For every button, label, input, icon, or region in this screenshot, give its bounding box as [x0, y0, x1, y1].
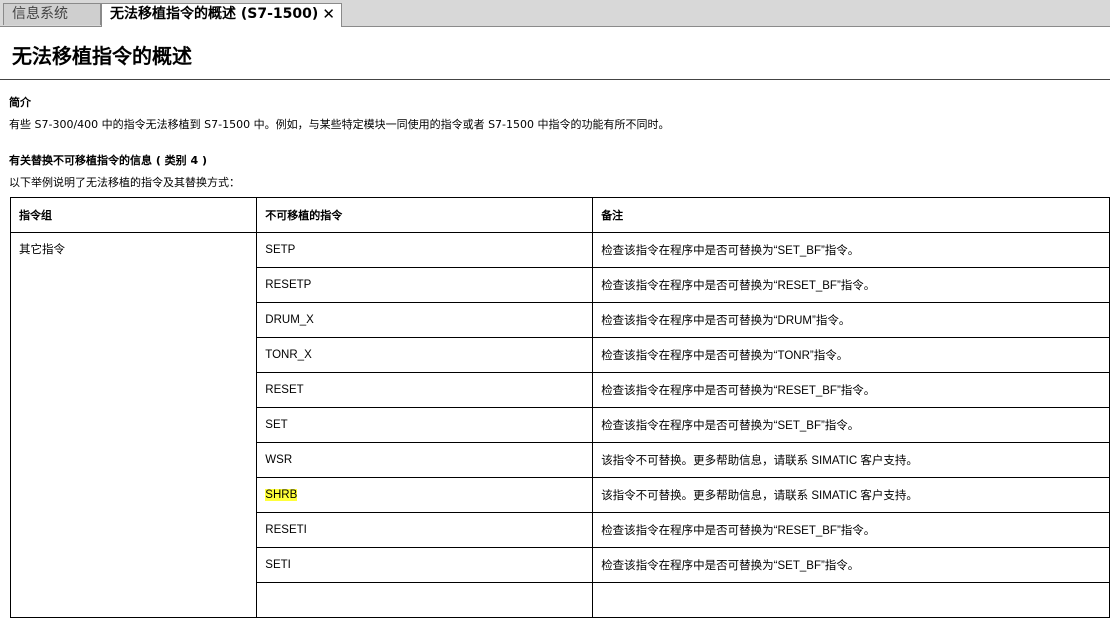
remark-cell: 检查该指令在程序中是否可替换为“DRUM”指令。	[592, 302, 1110, 338]
instruction-cell: SHRB	[256, 477, 594, 513]
instruction-cell: SETI	[256, 547, 594, 583]
remark-cell: 该指令不可替换。更多帮助信息，请联系 SIMATIC 客户支持。	[592, 442, 1110, 478]
tab-instruction-overview[interactable]: 无法移植指令的概述 (S7-1500) ✕	[101, 3, 342, 27]
instruction-cell: TONR_X	[256, 337, 594, 373]
instruction-name: WSR	[265, 454, 293, 466]
tab-bar: 信息系统 无法移植指令的概述 (S7-1500) ✕	[0, 0, 1110, 27]
header-nonportable-instruction: 不可移植的指令	[256, 197, 594, 233]
tab-information-system[interactable]: 信息系统	[3, 3, 101, 25]
instruction-cell: SETP	[256, 232, 594, 268]
tab-label: 信息系统	[12, 6, 68, 22]
highlighted-instruction: SHRB	[265, 489, 298, 501]
section-heading-intro: 简介	[9, 96, 31, 109]
instruction-name: SET	[265, 419, 288, 431]
instruction-cell: RESETP	[256, 267, 594, 303]
header-instruction-group: 指令组	[9, 197, 258, 233]
table-header-row: 指令组 不可移植的指令 备注	[9, 197, 1110, 233]
empty-cell	[592, 582, 1110, 618]
instruction-name: RESETI	[265, 524, 307, 536]
table-row: 其它指令 SETP 检查该指令在程序中是否可替换为“SET_BF”指令。	[9, 232, 1110, 618]
instruction-cell: RESET	[256, 372, 594, 408]
instruction-cell: SET	[256, 407, 594, 443]
instruction-name: SETI	[265, 559, 291, 571]
remark-cell: 检查该指令在程序中是否可替换为“TONR”指令。	[592, 337, 1110, 373]
instruction-name: TONR_X	[265, 349, 312, 361]
divider	[0, 79, 1110, 80]
instruction-cell: DRUM_X	[256, 302, 594, 338]
remark-cell: 检查该指令在程序中是否可替换为“RESET_BF”指令。	[592, 372, 1110, 408]
section-heading-replacement: 有关替换不可移植指令的信息 ( 类别 4 )	[9, 154, 208, 167]
instruction-name: RESETP	[265, 279, 312, 291]
instruction-cell: RESETI	[256, 512, 594, 548]
instruction-name: RESET	[265, 384, 304, 396]
instruction-cell: WSR	[256, 442, 594, 478]
page-title: 无法移植指令的概述	[12, 44, 192, 68]
instruction-name: DRUM_X	[265, 314, 314, 326]
tab-label: 无法移植指令的概述 (S7-1500)	[110, 6, 319, 22]
remark-cell: 检查该指令在程序中是否可替换为“RESET_BF”指令。	[592, 512, 1110, 548]
instruction-table: 指令组 不可移植的指令 备注 其它指令 SETP 检查该指令在程序中是否可替换为“S…	[9, 197, 1110, 618]
instruction-group-cell: 其它指令	[9, 232, 258, 618]
remark-cell: 检查该指令在程序中是否可替换为“SET_BF”指令。	[592, 232, 1110, 268]
remark-cell: 检查该指令在程序中是否可替换为“SET_BF”指令。	[592, 547, 1110, 583]
intro-text: 有些 S7-300/400 中的指令无法移植到 S7-1500 中。例如，与某些…	[9, 118, 670, 131]
close-icon[interactable]: ✕	[322, 4, 335, 25]
header-remark: 备注	[592, 197, 1110, 233]
remark-cell: 检查该指令在程序中是否可替换为“RESET_BF”指令。	[592, 267, 1110, 303]
remark-cell: 该指令不可替换。更多帮助信息，请联系 SIMATIC 客户支持。	[592, 477, 1110, 513]
replacement-text: 以下举例说明了无法移植的指令及其替换方式：	[9, 176, 240, 189]
empty-cell	[256, 582, 594, 618]
instruction-name: SETP	[265, 244, 296, 256]
remark-cell: 检查该指令在程序中是否可替换为“SET_BF”指令。	[592, 407, 1110, 443]
